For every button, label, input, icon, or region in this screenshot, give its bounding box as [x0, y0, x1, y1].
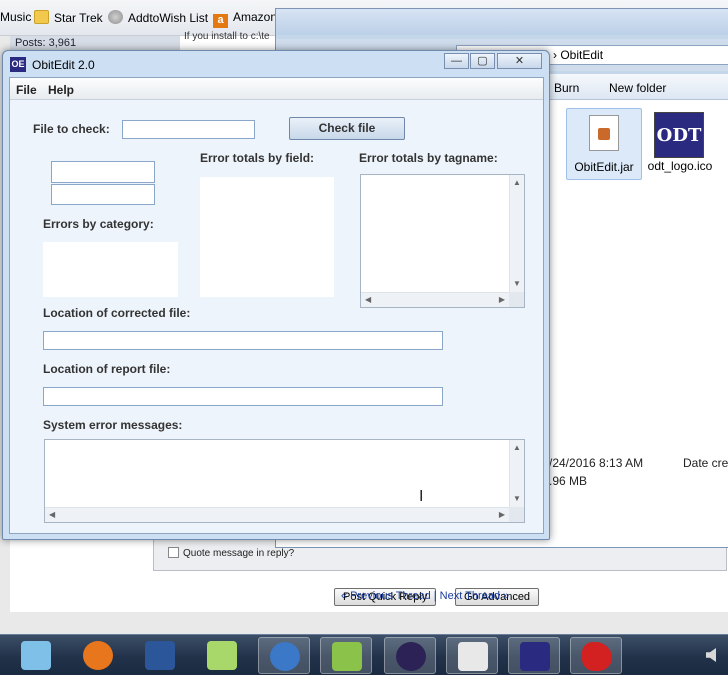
maximize-button[interactable]: ▢ [470, 53, 495, 69]
vertical-scrollbar[interactable]: ▲ ▼ [509, 440, 524, 507]
errors-by-category-area[interactable] [43, 242, 178, 297]
vertical-scrollbar[interactable]: ▲ ▼ [509, 175, 524, 292]
scroll-right-icon[interactable]: ▶ [499, 510, 505, 520]
firefox-icon [83, 641, 113, 670]
system-error-area[interactable]: ▲ ▼ ◀ ▶ [44, 439, 525, 523]
file-to-check-label: File to check: [33, 122, 110, 136]
taskbar-java[interactable] [446, 637, 498, 674]
scroll-up-icon[interactable]: ▲ [513, 443, 521, 453]
location-corrected-input[interactable] [43, 331, 443, 350]
taskbar-notepad[interactable] [10, 637, 62, 674]
taskbar-thunderbird[interactable] [258, 637, 310, 674]
date-created-label: Date crea [683, 456, 728, 470]
bookmark-label: AddtoWish List [128, 11, 209, 25]
eclipse-icon [396, 642, 426, 671]
system-error-label: System error messages: [43, 418, 183, 432]
notepad-icon [21, 641, 51, 670]
close-button[interactable]: ✕ [497, 53, 542, 69]
folder-icon [34, 10, 49, 24]
next-thread-link[interactable]: Next Thread » [440, 590, 510, 602]
scroll-left-icon[interactable]: ◀ [49, 510, 55, 520]
post-count: Posts: 3,961 [15, 37, 77, 49]
horizontal-scrollbar[interactable]: ◀ ▶ [45, 507, 509, 522]
scroll-corner [509, 292, 524, 307]
menu-bar: File Help [10, 78, 543, 100]
quote-label: Quote message in reply? [183, 548, 295, 559]
error-totals-by-tagname-label: Error totals by tagname: [359, 151, 498, 165]
file-to-check-input[interactable] [122, 120, 255, 139]
amazon-icon: a [213, 14, 228, 28]
client-area: File Help File to check: Check file Erro… [9, 77, 544, 534]
scroll-up-icon[interactable]: ▲ [513, 178, 521, 188]
taskbar-sticky-notes[interactable] [196, 637, 248, 674]
bookmark-label: Amazon [233, 10, 278, 24]
splat-icon [582, 642, 612, 671]
error-totals-by-field-label: Error totals by field: [200, 151, 315, 165]
odt-logo-icon: ODT [654, 112, 704, 158]
speaker-icon[interactable] [706, 648, 716, 662]
taskbar [0, 634, 728, 675]
location-corrected-label: Location of corrected file: [43, 306, 191, 320]
check-file-button[interactable]: Check file [289, 117, 405, 140]
bookmark-label: Music [0, 10, 32, 24]
summary-field-2[interactable] [51, 184, 155, 205]
bookmark-amazon[interactable]: a Amazon [213, 10, 277, 28]
menu-help[interactable]: Help [48, 83, 74, 97]
previous-thread-link[interactable]: « Previous Thread [341, 590, 431, 602]
file-size: .96 MB [549, 474, 588, 488]
app-icon: OE [10, 57, 26, 72]
word-icon [145, 641, 175, 670]
scroll-down-icon[interactable]: ▼ [513, 279, 521, 289]
bookmark-label: Star Trek [54, 11, 103, 25]
file-obitedit-jar[interactable]: ObitEdit.jar [566, 108, 642, 180]
obitedit-window: OE ObitEdit 2.0 — ▢ ✕ File Help File to … [2, 50, 550, 540]
menu-file[interactable]: File [16, 83, 37, 97]
text-cursor-icon: I [419, 488, 424, 505]
title-bar[interactable]: OE ObitEdit 2.0 — ▢ ✕ [3, 51, 549, 77]
scroll-down-icon[interactable]: ▼ [513, 494, 521, 504]
taskbar-notepadpp[interactable] [320, 637, 372, 674]
location-report-input[interactable] [43, 387, 443, 406]
thread-nav-separator: | [433, 590, 437, 602]
new-folder-button[interactable]: New folder [609, 81, 666, 95]
quote-checkbox[interactable] [168, 547, 179, 558]
taskbar-obitedit[interactable] [508, 637, 560, 674]
location-report-label: Location of report file: [43, 362, 171, 376]
bookmark-addtowish[interactable]: AddtoWish List [108, 10, 208, 25]
user-info-panel: Posts: 3,961 [10, 36, 180, 50]
post-snippet: If you install to c:\te [184, 31, 270, 42]
file-odt-logo[interactable]: ODT odt_logo.ico [642, 108, 718, 180]
error-totals-by-tagname-area[interactable]: ▲ ▼ ◀ ▶ [360, 174, 525, 308]
bookmark-star-trek[interactable]: Star Trek [34, 10, 103, 25]
file-name: odt_logo.ico [647, 159, 713, 173]
taskbar-firefox[interactable] [72, 637, 124, 674]
sticky-notes-icon [207, 641, 237, 670]
explorer-taskbar-strip [276, 9, 728, 35]
globe-icon [108, 10, 123, 24]
quote-option[interactable]: Quote message in reply? [168, 547, 294, 559]
file-name: ObitEdit.jar [574, 160, 634, 174]
error-totals-by-field-area[interactable] [200, 177, 334, 297]
java-icon [458, 642, 488, 671]
thunderbird-icon [270, 642, 300, 671]
burn-button[interactable]: Burn [554, 81, 579, 95]
notepadpp-icon [332, 642, 362, 671]
scroll-left-icon[interactable]: ◀ [365, 295, 371, 305]
thread-navigation: « Previous Thread | Next Thread » [341, 590, 509, 602]
jar-file-icon [589, 115, 619, 151]
obitedit-icon [520, 642, 550, 671]
bookmark-music[interactable]: Music [0, 10, 31, 24]
minimize-button[interactable]: — [444, 53, 469, 69]
date-modified: /24/2016 8:13 AM [549, 456, 644, 470]
scroll-right-icon[interactable]: ▶ [499, 295, 505, 305]
taskbar-splat[interactable] [570, 637, 622, 674]
errors-by-category-label: Errors by category: [43, 217, 154, 231]
scroll-corner [509, 507, 524, 522]
horizontal-scrollbar[interactable]: ◀ ▶ [361, 292, 509, 307]
window-title: ObitEdit 2.0 [32, 58, 95, 72]
taskbar-eclipse[interactable] [384, 637, 436, 674]
taskbar-word[interactable] [134, 637, 186, 674]
summary-field-1[interactable] [51, 161, 155, 183]
